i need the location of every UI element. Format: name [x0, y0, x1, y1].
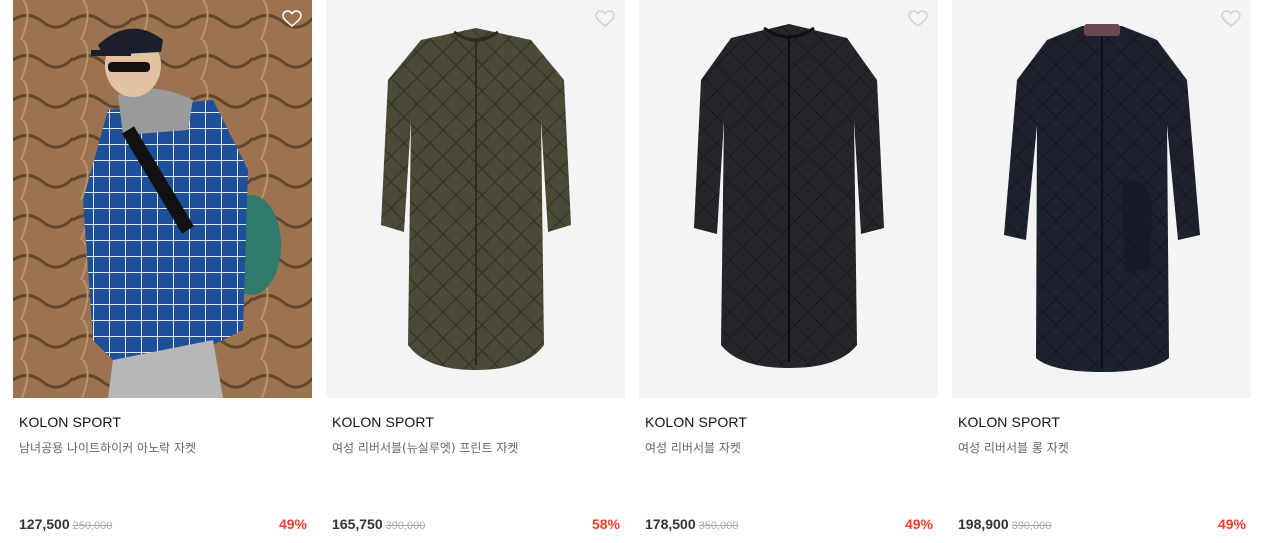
heart-outline-icon[interactable]	[282, 10, 302, 28]
sale-price: 127,500	[19, 516, 70, 532]
heart-outline-icon[interactable]	[595, 10, 615, 28]
product-card[interactable]: KOLON SPORT 여성 리버서블 롱 자켓 198,900 390,000 …	[952, 0, 1251, 543]
heart-outline-icon[interactable]	[1221, 10, 1241, 28]
original-price: 390,000	[385, 520, 426, 532]
product-name[interactable]: 여성 리버서블 롱 자켓	[958, 439, 1069, 456]
discount-rate: 49%	[278, 516, 307, 532]
discount-rate: 49%	[904, 516, 933, 532]
quilted-coat-olive-image	[326, 0, 625, 398]
price-group: 127,500 250,000	[19, 516, 112, 532]
product-card[interactable]: KOLON SPORT 여성 리버서블(뉴실루엣) 프린트 자켓 165,750…	[326, 0, 625, 543]
price-group: 165,750 390,000	[332, 516, 425, 532]
brand-name[interactable]: KOLON SPORT	[19, 414, 121, 430]
original-price: 350,000	[698, 520, 739, 532]
price-group: 178,500 350,000	[645, 516, 738, 532]
discount-rate: 49%	[1217, 516, 1246, 532]
original-price: 250,000	[72, 520, 113, 532]
product-name[interactable]: 여성 리버서블 자켓	[645, 439, 741, 456]
product-name[interactable]: 남녀공용 나이트하이커 아노락 자켓	[19, 439, 196, 456]
brand-name[interactable]: KOLON SPORT	[645, 414, 747, 430]
brand-name[interactable]: KOLON SPORT	[958, 414, 1060, 430]
brand-name[interactable]: KOLON SPORT	[332, 414, 434, 430]
product-card[interactable]: KOLON SPORT 남녀공용 나이트하이커 아노락 자켓 127,500 25…	[13, 0, 312, 543]
product-grid: KOLON SPORT 남녀공용 나이트하이커 아노락 자켓 127,500 25…	[0, 0, 1262, 543]
sale-price: 165,750	[332, 516, 383, 532]
product-image[interactable]	[952, 0, 1251, 398]
product-image[interactable]	[326, 0, 625, 398]
product-image[interactable]	[13, 0, 312, 398]
quilted-coat-black-image	[639, 0, 938, 398]
heart-outline-icon[interactable]	[908, 10, 928, 28]
sale-price: 178,500	[645, 516, 696, 532]
discount-rate: 58%	[591, 516, 620, 532]
sale-price: 198,900	[958, 516, 1009, 532]
quilted-coat-navy-image	[952, 0, 1251, 398]
price-group: 198,900 390,000	[958, 516, 1051, 532]
product-name[interactable]: 여성 리버서블(뉴실루엣) 프린트 자켓	[332, 439, 518, 456]
product-card[interactable]: KOLON SPORT 여성 리버서블 자켓 178,500 350,000 49…	[639, 0, 938, 543]
original-price: 390,000	[1011, 520, 1052, 532]
product-image[interactable]	[639, 0, 938, 398]
model-photo	[13, 0, 312, 398]
